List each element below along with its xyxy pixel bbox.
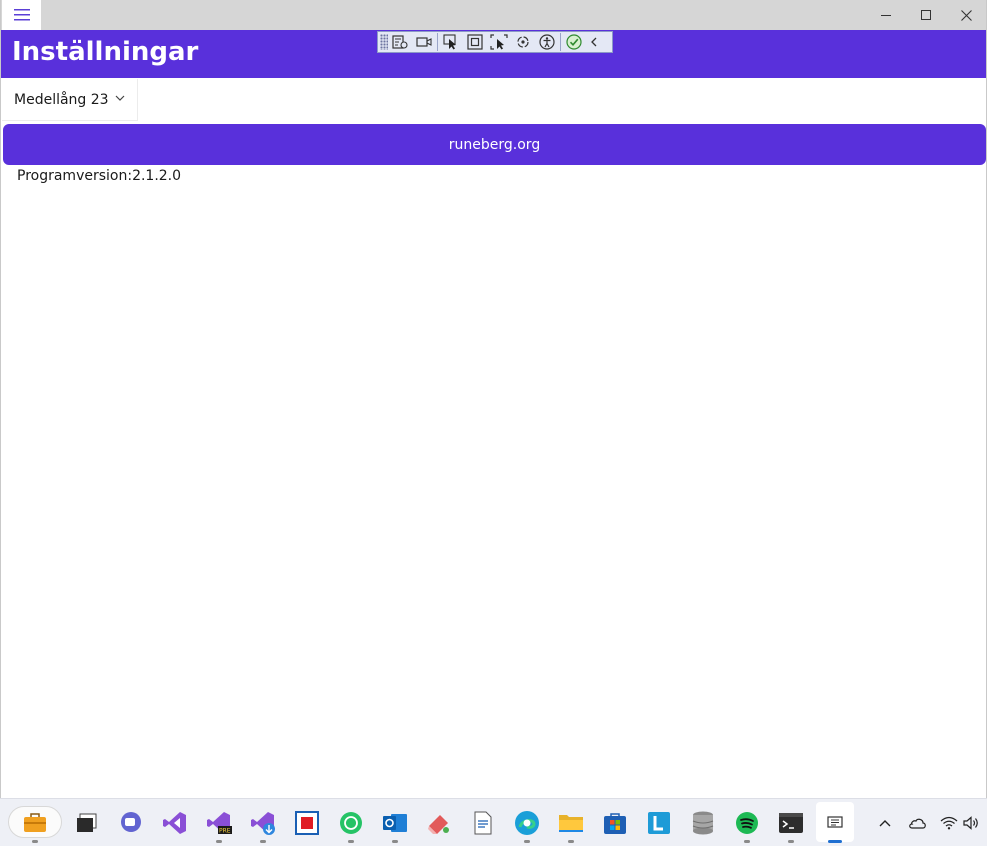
close-button[interactable] bbox=[946, 0, 986, 30]
accessibility-icon[interactable] bbox=[535, 32, 559, 52]
running-indicator bbox=[260, 840, 266, 843]
windows-terminal-icon[interactable] bbox=[776, 808, 806, 838]
toolbar-separator bbox=[560, 33, 561, 51]
running-indicator bbox=[32, 840, 38, 843]
document-icon[interactable] bbox=[468, 808, 498, 838]
maximize-button[interactable] bbox=[906, 0, 946, 30]
running-indicator bbox=[744, 840, 750, 843]
app-window: Inställningar Medellång 23 runeberg.org … bbox=[0, 0, 987, 798]
visual-studio-icon[interactable] bbox=[160, 808, 190, 838]
xaml-debug-toolbar bbox=[377, 31, 613, 53]
file-explorer-icon[interactable] bbox=[556, 808, 586, 838]
maximize-icon bbox=[921, 10, 931, 20]
chevron-down-icon bbox=[115, 95, 125, 101]
briefcase-icon[interactable] bbox=[20, 808, 50, 838]
active-app-icon[interactable] bbox=[820, 808, 850, 838]
database-icon[interactable] bbox=[688, 808, 718, 838]
text-size-dropdown[interactable]: Medellång 23 bbox=[2, 79, 138, 121]
running-indicator bbox=[348, 840, 354, 843]
chevron-up-icon[interactable] bbox=[873, 811, 897, 835]
text-size-selected-value: Medellång 23 bbox=[14, 91, 109, 108]
running-indicator bbox=[216, 840, 222, 843]
wifi-icon[interactable] bbox=[937, 811, 961, 835]
page-title: Inställningar bbox=[12, 37, 199, 67]
minimize-button[interactable] bbox=[866, 0, 906, 30]
live-visual-tree-icon[interactable] bbox=[388, 32, 412, 52]
hamburger-menu-button[interactable] bbox=[2, 0, 41, 30]
display-layout-adorners-icon[interactable] bbox=[463, 32, 487, 52]
collapse-chevron-icon[interactable] bbox=[586, 32, 602, 52]
l-app-icon[interactable] bbox=[644, 808, 674, 838]
onedrive-cloud-icon[interactable] bbox=[905, 811, 929, 835]
svg-text:PRE: PRE bbox=[219, 828, 231, 835]
running-indicator bbox=[524, 840, 530, 843]
hot-reload-icon[interactable] bbox=[511, 32, 535, 52]
check-circle-icon[interactable] bbox=[562, 32, 586, 52]
close-icon bbox=[960, 9, 972, 21]
track-focus-icon[interactable] bbox=[487, 32, 511, 52]
eraser-app-icon[interactable] bbox=[424, 808, 454, 838]
toolbar-grip[interactable] bbox=[380, 34, 388, 50]
select-element-icon[interactable] bbox=[439, 32, 463, 52]
video-camera-icon[interactable] bbox=[412, 32, 436, 52]
terminal-window-icon[interactable] bbox=[72, 808, 102, 838]
microsoft-store-icon[interactable] bbox=[600, 808, 630, 838]
volume-icon[interactable] bbox=[960, 811, 984, 835]
whatsapp-icon[interactable] bbox=[336, 808, 366, 838]
spotify-icon[interactable] bbox=[732, 808, 762, 838]
running-indicator bbox=[788, 840, 794, 843]
red-square-app-icon[interactable] bbox=[292, 808, 322, 838]
outlook-icon[interactable] bbox=[380, 808, 410, 838]
taskbar: PRE bbox=[0, 798, 987, 846]
program-version-text: Programversion:2.1.2.0 bbox=[17, 168, 182, 184]
window-controls bbox=[866, 0, 986, 30]
running-indicator bbox=[568, 840, 574, 843]
toolbar-separator bbox=[437, 33, 438, 51]
running-indicator bbox=[392, 840, 398, 843]
teams-icon[interactable] bbox=[116, 808, 146, 838]
title-bar[interactable] bbox=[1, 0, 986, 30]
edge-icon[interactable] bbox=[512, 808, 542, 838]
visual-studio-preview-icon[interactable]: PRE bbox=[204, 808, 234, 838]
runeberg-link-button[interactable]: runeberg.org bbox=[3, 124, 986, 165]
minimize-icon bbox=[881, 15, 891, 16]
hamburger-icon bbox=[13, 9, 30, 21]
visual-studio-installer-icon[interactable] bbox=[248, 808, 278, 838]
active-app-indicator bbox=[828, 840, 842, 843]
